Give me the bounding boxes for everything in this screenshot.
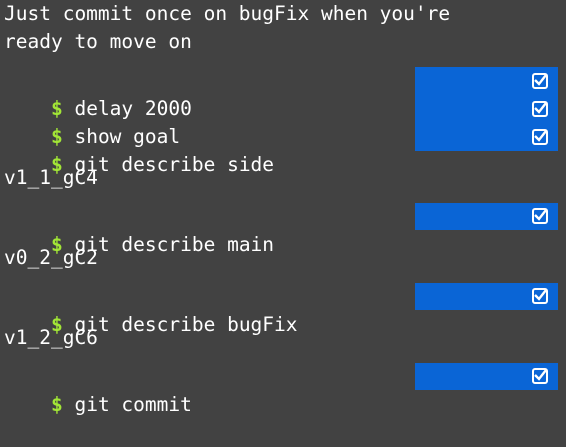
checkbox-checked-icon	[532, 288, 548, 304]
command-output: v1_2_gC6	[4, 326, 98, 349]
command-status-bar	[415, 363, 558, 390]
command-output: v0_2_gC2	[4, 246, 98, 269]
checkbox-checked-icon	[532, 101, 548, 117]
command-status-bar	[415, 67, 558, 151]
checkbox-checked-icon	[532, 129, 548, 145]
command-text: git commit	[62, 393, 192, 416]
command-text: git describe bugFix	[62, 313, 298, 336]
command-line: $ delay 2000	[4, 67, 192, 120]
level-message-line-1: Just commit once on bugFix when you're	[4, 2, 451, 25]
command-status-bar	[415, 283, 558, 310]
checkbox-checked-icon	[532, 73, 548, 89]
terminal-console: Just commit once on bugFix when you're r…	[0, 0, 566, 416]
level-message-line-2: ready to move on	[4, 30, 192, 53]
checkbox-checked-icon	[532, 368, 548, 384]
command-line: $ git describe side	[4, 123, 274, 176]
checkbox-checked-icon	[532, 208, 548, 224]
prompt-symbol: $	[50, 393, 63, 416]
command-line: $ git describe bugFix	[4, 283, 298, 336]
command-status-bar	[415, 203, 558, 230]
command-line: $ show goal	[4, 95, 180, 148]
command-line: $ git describe main	[4, 203, 274, 256]
command-output: v1_1_gC4	[4, 166, 98, 189]
command-line: $ git commit	[4, 363, 192, 416]
